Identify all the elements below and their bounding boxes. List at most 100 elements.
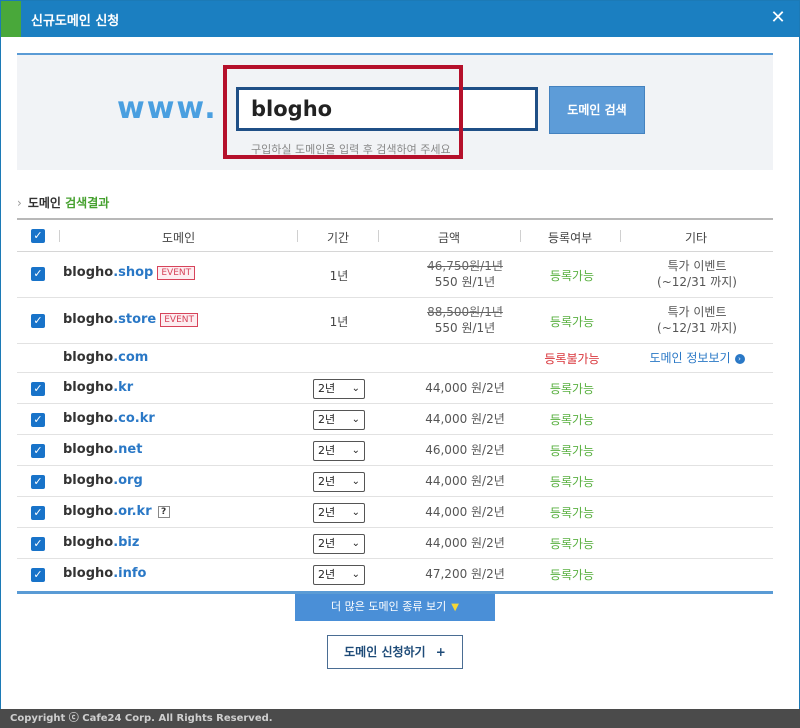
table-header: ✓ 도메인 기간 금액 등록여부 기타 [17,220,773,252]
column-divider [520,230,521,242]
event-badge: EVENT [157,265,196,280]
table-row: ✓ blogho.co.kr 2년 ⌄ 44,000 원/2년 등록가능 [17,404,773,435]
triangle-down-icon: ▼ [451,602,459,613]
domain-name: blogho.com [63,350,149,365]
more-domains-button[interactable]: 더 많은 도메인 종류 보기 ▼ [295,594,495,621]
row-checkbox[interactable]: ✓ [31,267,45,281]
domain-name: blogho.kr [63,380,134,395]
domain-name: blogho.or.kr? [63,504,170,519]
chevron-down-icon: ⌄ [351,476,360,487]
column-divider [620,230,621,242]
etc-note: 특가 이벤트 (~12/31 까지) [657,259,737,289]
column-divider [59,230,60,242]
domain-name: blogho.net [63,442,143,457]
column-divider [378,230,379,242]
price-old: 46,750원/1년 [427,259,503,273]
price-current: 44,000 원/2년 [425,412,505,426]
price-current: 47,200 원/2년 [425,567,505,581]
status-available: 등록가능 [549,475,595,489]
chevron-right-icon: › [17,196,22,210]
period-select[interactable]: 2년 ⌄ [313,410,365,430]
table-row: ✓ blogho.biz 2년 ⌄ 44,000 원/2년 등록가능 [17,528,773,559]
domain-name: blogho.org [63,473,143,488]
title-bar: 신규도메인 신청 ✕ [1,1,799,37]
apply-domain-button[interactable]: 도메인 신청하기 + [327,635,463,669]
title-accent [1,1,21,37]
price-current: 550 원/1년 [434,275,496,289]
period-select[interactable]: 2년 ⌄ [313,441,365,461]
domain-info-link[interactable]: 도메인 정보보기 › [627,350,767,366]
search-hint: 구입하실 도메인을 입력 후 검색하여 주세요 [251,143,451,156]
table-row: ✓ blogho.net 2년 ⌄ 46,000 원/2년 등록가능 [17,435,773,466]
price-current: 44,000 원/2년 [425,536,505,550]
dialog-window: 신규도메인 신청 ✕ www. blogho 도메인 검색 구입하실 도메인을 … [0,0,800,728]
row-checkbox[interactable]: ✓ [31,475,45,489]
domain-name: blogho.shop EVENT [63,265,196,280]
select-all-checkbox[interactable]: ✓ [31,229,45,243]
chevron-down-icon: ⌄ [351,538,360,549]
domain-name: blogho.store EVENT [63,312,199,327]
period-text: 1년 [329,315,349,329]
chevron-down-icon: ⌄ [351,507,360,518]
domain-search-input[interactable]: blogho [236,87,538,131]
domain-search-button[interactable]: 도메인 검색 [549,86,645,134]
event-badge: EVENT [160,312,199,327]
window-title: 신규도메인 신청 [31,14,120,29]
price-current: 46,000 원/2년 [425,443,505,457]
price-old: 88,500원/1년 [427,305,503,319]
results-title-highlight: 검색결과 [65,196,110,210]
chevron-down-icon: ⌄ [351,445,360,456]
row-checkbox[interactable]: ✓ [31,413,45,427]
footer-copyright: Copyright ⓒ Cafe24 Corp. All Rights Rese… [0,709,800,728]
status-available: 등록가능 [549,413,595,427]
period-select[interactable]: 2년 ⌄ [313,503,365,523]
domain-name: blogho.co.kr [63,411,155,426]
column-header-domain: 도메인 [162,231,196,245]
table-row: ✓ blogho.or.kr? 2년 ⌄ 44,000 원/2년 등록가능 [17,497,773,528]
domain-name: blogho.biz [63,535,140,550]
domain-name: blogho.info [63,566,147,581]
domain-search-value: blogho [251,97,333,121]
price: 88,500원/1년 550 원/1년 [395,304,535,336]
table-row: ✓ blogho.store EVENT 1년 88,500원/1년 550 원/1… [17,298,773,344]
row-checkbox[interactable]: ✓ [31,506,45,520]
column-header-period: 기간 [327,231,350,245]
table-row: ✓ blogho.org 2년 ⌄ 44,000 원/2년 등록가능 [17,466,773,497]
chevron-down-icon: ⌄ [351,383,360,394]
period-select[interactable]: 2년 ⌄ [313,534,365,554]
row-checkbox[interactable]: ✓ [31,444,45,458]
status-available: 등록가능 [549,382,595,396]
www-prefix: www. [117,91,218,126]
table-row: blogho.com 등록불가능 도메인 정보보기 › [17,344,773,373]
status-available: 등록가능 [549,269,595,283]
column-divider [297,230,298,242]
close-icon[interactable]: ✕ [767,7,789,29]
price-current: 550 원/1년 [434,321,496,335]
results-title: 도메인 [27,196,61,210]
etc-note: 특가 이벤트 (~12/31 까지) [657,305,737,335]
status-available: 등록가능 [549,315,595,329]
status-unavailable: 등록불가능 [544,352,600,366]
status-available: 등록가능 [549,568,595,582]
period-select[interactable]: 2년 ⌄ [313,472,365,492]
row-checkbox[interactable]: ✓ [31,568,45,582]
column-header-status: 등록여부 [548,231,593,245]
price-current: 44,000 원/2년 [425,505,505,519]
arrow-circle-icon: › [734,353,745,364]
row-checkbox[interactable]: ✓ [31,314,45,328]
column-header-price: 금액 [438,231,461,245]
help-icon[interactable]: ? [157,505,170,518]
period-select[interactable]: 2년 ⌄ [313,565,365,585]
price-current: 44,000 원/2년 [425,381,505,395]
row-checkbox[interactable]: ✓ [31,537,45,551]
status-available: 등록가능 [549,444,595,458]
chevron-down-icon: ⌄ [351,414,360,425]
table-row: ✓ blogho.info 2년 ⌄ 47,200 원/2년 등록가능 [17,559,773,590]
row-checkbox[interactable]: ✓ [31,382,45,396]
results-table: ✓ 도메인 기간 금액 등록여부 기타 ✓ blogho.shop EVENT 1… [17,218,773,590]
status-available: 등록가능 [549,506,595,520]
period-select[interactable]: 2년 ⌄ [313,379,365,399]
column-header-etc: 기타 [685,231,708,245]
plus-icon: + [435,645,446,659]
table-row: ✓ blogho.kr 2년 ⌄ 44,000 원/2년 등록가능 [17,373,773,404]
